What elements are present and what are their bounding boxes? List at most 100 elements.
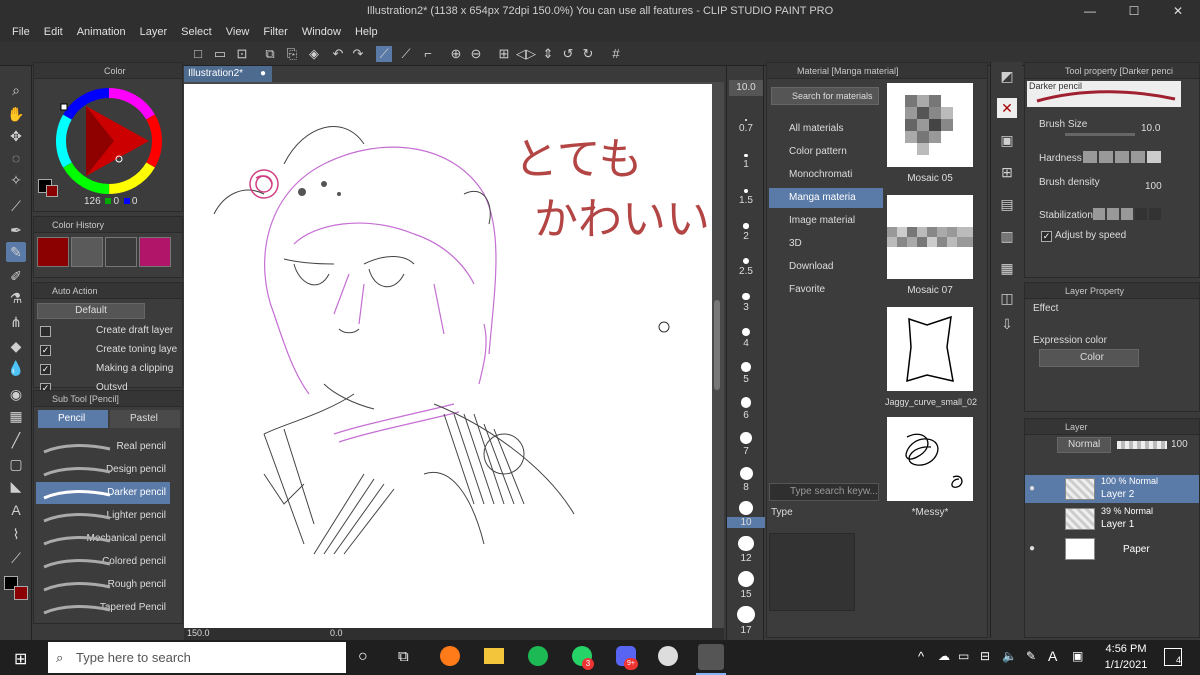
jaggy-curve-thumb[interactable] <box>887 307 973 391</box>
ruler-tool-icon[interactable]: ◣ <box>6 476 26 496</box>
figure-tool-icon[interactable]: ╱ <box>6 430 26 450</box>
mosaic-07-thumb[interactable] <box>887 195 973 279</box>
hardness-steps[interactable] <box>1083 151 1161 163</box>
airbrush-tool-icon[interactable]: ⚗ <box>6 288 26 308</box>
rotate-right-icon[interactable]: ↻ <box>580 46 596 62</box>
auto-action-checkbox[interactable]: ✓ <box>40 345 51 356</box>
menu-animation[interactable]: Animation <box>77 26 126 38</box>
eyedropper-icon[interactable]: ⟋ <box>6 196 26 216</box>
panel-icon-9[interactable]: ⇩ <box>997 314 1017 334</box>
lasso-tool-icon[interactable]: ◌ <box>6 148 26 168</box>
menu-view[interactable]: View <box>226 26 250 38</box>
operation-tool-icon[interactable]: ✥ <box>6 126 26 146</box>
security-icon[interactable]: ▣ <box>1072 649 1083 663</box>
layer-row[interactable]: ● 100 % Normal Layer 2 <box>1025 475 1199 503</box>
brush-size-dot[interactable] <box>742 292 750 301</box>
brush-size-dot[interactable] <box>740 431 752 444</box>
network-icon[interactable]: ⊟ <box>980 649 990 663</box>
frame-tool-icon[interactable]: ▢ <box>6 454 26 474</box>
clock-date[interactable]: 1/1/2021 <box>1100 659 1152 671</box>
material-tree-item[interactable]: Monochromati <box>769 165 883 185</box>
save-icon[interactable]: ⊡ <box>234 46 250 62</box>
opacity-value[interactable]: 100 <box>1171 439 1188 450</box>
undo-icon[interactable]: ↶ <box>330 46 346 62</box>
panel-icon-6[interactable]: ▥ <box>997 226 1017 246</box>
panel-icon-8[interactable]: ◫ <box>997 288 1017 308</box>
cortana-icon[interactable]: ○ <box>358 648 368 666</box>
menu-help[interactable]: Help <box>355 26 378 38</box>
material-tree-item[interactable]: Image material <box>769 211 883 231</box>
color-history-swatch[interactable] <box>71 237 103 267</box>
zoom-tool-icon[interactable]: ⌕ <box>6 80 26 100</box>
fit-icon[interactable]: ⊞ <box>496 46 512 62</box>
brush-size-dot[interactable] <box>744 153 748 157</box>
panel-icon-5[interactable]: ▤ <box>997 194 1017 214</box>
pencil-tool-icon[interactable]: ✎ <box>6 242 26 262</box>
text-tool-icon[interactable]: A <box>6 500 26 520</box>
brush-size-dot[interactable] <box>741 327 751 337</box>
auto-action-checkbox[interactable]: ✓ <box>40 364 51 375</box>
sub-color-swatch[interactable] <box>14 586 28 600</box>
clip-studio-paint-icon[interactable] <box>698 644 724 670</box>
zoom-readout[interactable]: 150.0 <box>187 628 210 638</box>
file-explorer-icon[interactable] <box>484 648 504 664</box>
material-search-button[interactable]: Search for materials on A <box>771 87 879 105</box>
zoom-in-icon[interactable]: ⊕ <box>448 46 464 62</box>
auto-action-set-select[interactable]: Default <box>37 303 145 319</box>
correct-line-icon[interactable]: ⟋ <box>6 548 26 568</box>
layer-row[interactable]: ● Paper <box>1025 535 1199 563</box>
gradient-tool-icon[interactable]: ▦ <box>6 406 26 426</box>
taskbar-search[interactable]: ⌕ Type here to search <box>48 642 346 673</box>
snap-ruler-icon[interactable]: ⟋ <box>376 46 392 62</box>
grid-icon[interactable]: # <box>608 46 624 62</box>
brush-size-slider[interactable] <box>1065 133 1135 136</box>
spotify-icon[interactable] <box>528 646 548 666</box>
magic-wand-icon[interactable]: ✧ <box>6 170 26 190</box>
drawing-canvas[interactable]: とても かわいい <box>184 84 712 628</box>
menu-window[interactable]: Window <box>302 26 341 38</box>
brush-size-dot[interactable] <box>737 570 755 588</box>
color-history-swatch[interactable] <box>105 237 137 267</box>
cloud-icon[interactable]: ☁ <box>938 649 950 663</box>
close-button[interactable]: ✕ <box>1156 0 1200 22</box>
brush-size-dot[interactable] <box>738 501 754 516</box>
brush-size-dot[interactable] <box>739 466 753 480</box>
clock-time[interactable]: 4:56 PM <box>1100 643 1152 655</box>
eye-icon[interactable]: ● <box>1029 543 1035 554</box>
brush-size-dot[interactable] <box>740 397 752 408</box>
material-tree-item[interactable]: Favorite <box>769 280 883 300</box>
opacity-slider[interactable] <box>1117 441 1167 449</box>
task-view-icon[interactable]: ⧉ <box>398 648 409 665</box>
brush-item[interactable]: Lighter pencil <box>36 505 170 527</box>
flip-icon[interactable]: ◁▷ <box>516 46 536 62</box>
material-tree-item[interactable]: All materials <box>769 119 883 139</box>
panel-icon-4[interactable]: ⊞ <box>997 162 1017 182</box>
minimize-button[interactable]: — <box>1068 0 1112 22</box>
language-icon[interactable]: A <box>1048 648 1057 664</box>
material-tree-item[interactable]: Manga materia <box>769 188 883 208</box>
mosaic-05-thumb[interactable] <box>887 83 973 167</box>
auto-action-item[interactable]: ✓ Create toning laye <box>34 342 182 360</box>
brush-item[interactable]: Rough pencil <box>36 574 170 596</box>
brush-size-current[interactable]: 10.0 <box>729 80 763 96</box>
brush-size-value[interactable]: 10.0 <box>1141 123 1160 134</box>
decoration-tool-icon[interactable]: ⋔ <box>6 312 26 332</box>
battery-icon[interactable]: ▭ <box>958 649 969 663</box>
menu-select[interactable]: Select <box>181 26 212 38</box>
volume-icon[interactable]: 🔈 <box>1002 649 1017 663</box>
panel-icon-3[interactable]: ▣ <box>997 130 1017 150</box>
material-tree-item[interactable]: 3D <box>769 234 883 254</box>
brush-item[interactable]: Mechanical pencil <box>36 528 170 550</box>
blend-tool-icon[interactable]: 💧 <box>6 358 26 378</box>
menu-edit[interactable]: Edit <box>44 26 63 38</box>
brush-item[interactable]: Real pencil <box>36 436 170 458</box>
material-keyword-search[interactable]: Type search keyw... <box>769 483 879 501</box>
paste-icon[interactable]: ⎘ <box>284 46 300 62</box>
notification-center[interactable]: 4 <box>1164 648 1182 666</box>
brush-item[interactable]: Tapered Pencil <box>36 597 170 619</box>
brush-size-dot[interactable] <box>737 605 755 623</box>
auto-action-item[interactable]: ✓ Making a clipping <box>34 361 182 379</box>
rotate-left-icon[interactable]: ↺ <box>560 46 576 62</box>
brush-item[interactable]: Colored pencil <box>36 551 170 573</box>
tray-chevron-icon[interactable]: ^ <box>918 649 924 664</box>
